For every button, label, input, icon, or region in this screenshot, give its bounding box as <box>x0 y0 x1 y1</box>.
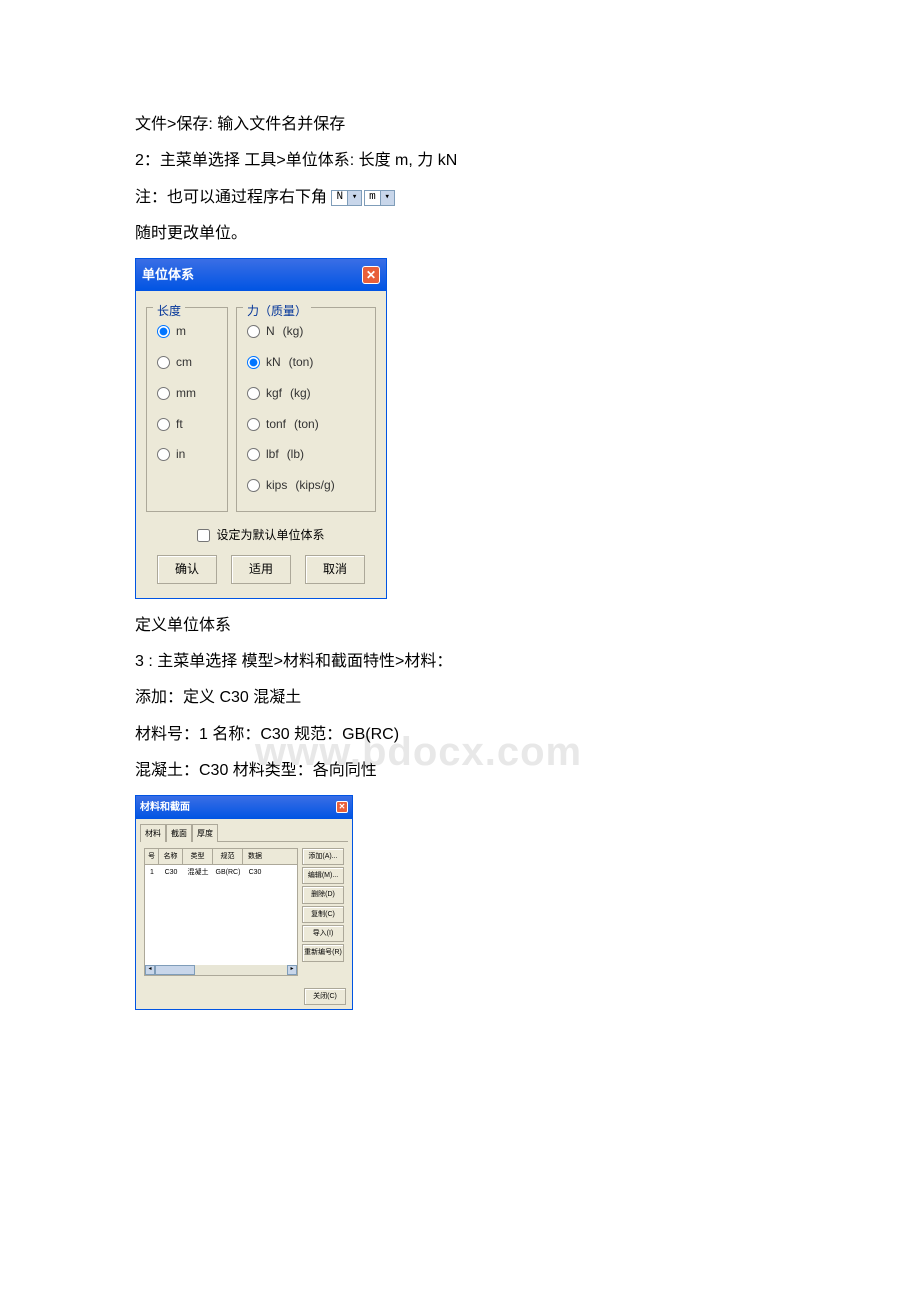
material-tabs: 材料 截面 厚度 <box>136 819 352 841</box>
unit-dropdown-widgets: N m <box>331 190 394 206</box>
close-icon[interactable]: ✕ <box>362 266 380 284</box>
force-group-title: 力（质量） <box>243 300 311 323</box>
paragraph-concrete-type: 混凝土：C30 材料类型：各向同性 <box>135 756 785 786</box>
close-button[interactable]: 关闭(C) <box>304 988 346 1005</box>
radio-lbf[interactable]: lbf(lb) <box>247 439 365 470</box>
length-groupbox: 长度 m cm mm ft in <box>146 307 228 512</box>
material-dialog: 材料和截面 ✕ 材料 截面 厚度 号 名称 类型 规范 数据 1 C30 混凝土… <box>135 795 353 1010</box>
copy-button[interactable]: 复制(C) <box>302 906 344 923</box>
cell-type: 混凝土 <box>183 865 213 880</box>
unit-system-dialog: 单位体系 ✕ 长度 m cm mm ft in 力（质量） N(kg) kN(t… <box>135 258 387 599</box>
material-button-column: 添加(A)... 编辑(M)... 删除(D) 复制(C) 导入(I) 重新编号… <box>302 848 344 976</box>
close-icon[interactable]: ✕ <box>336 801 348 813</box>
header-type[interactable]: 类型 <box>183 849 213 864</box>
paragraph-material-no: 材料号：1 名称：C30 规范：GB(RC) <box>135 720 785 750</box>
horizontal-scrollbar[interactable]: ◂ ▸ <box>145 965 297 975</box>
paragraph-file-save: 文件>保存: 输入文件名并保存 <box>135 110 785 140</box>
cell-standard: GB(RC) <box>213 865 243 880</box>
default-checkbox-row[interactable]: 设定为默认单位体系 <box>146 524 376 547</box>
tab-section[interactable]: 截面 <box>166 824 192 842</box>
radio-in[interactable]: in <box>157 439 217 470</box>
paragraph-anytime-change: 随时更改单位。 <box>135 219 785 249</box>
radio-kn[interactable]: kN(ton) <box>247 347 365 378</box>
scroll-thumb[interactable] <box>155 965 195 975</box>
cell-name: C30 <box>159 865 183 880</box>
paragraph-step3: 3 : 主菜单选择 模型>材料和截面特性>材料： <box>135 647 785 677</box>
unit-force-dropdown[interactable]: N <box>331 190 362 206</box>
edit-button[interactable]: 编辑(M)... <box>302 867 344 884</box>
dialog-titlebar: 单位体系 ✕ <box>136 259 386 292</box>
radio-tonf[interactable]: tonf(ton) <box>247 409 365 440</box>
paragraph-note-inline: 注：也可以通过程序右下角 N m <box>135 183 785 213</box>
header-standard[interactable]: 规范 <box>213 849 243 864</box>
apply-button[interactable]: 适用 <box>231 555 291 584</box>
tab-material[interactable]: 材料 <box>140 824 166 842</box>
dialog-title: 单位体系 <box>142 263 194 288</box>
chevron-down-icon[interactable] <box>380 191 394 205</box>
caption-unit-dialog: 定义单位体系 <box>135 611 785 641</box>
radio-kgf[interactable]: kgf(kg) <box>247 378 365 409</box>
unit-length-value: m <box>365 187 380 208</box>
cell-db: C30 <box>243 865 267 880</box>
scroll-right-icon[interactable]: ▸ <box>287 965 297 975</box>
paragraph-step2: 2：主菜单选择 工具>单位体系: 长度 m, 力 kN <box>135 146 785 176</box>
dialog-body: 长度 m cm mm ft in 力（质量） N(kg) kN(ton) kgf… <box>136 291 386 597</box>
renumber-button[interactable]: 重新编号(R) <box>302 944 344 961</box>
table-row[interactable]: 1 C30 混凝土 GB(RC) C30 <box>145 865 297 880</box>
add-button[interactable]: 添加(A)... <box>302 848 344 865</box>
radio-mm[interactable]: mm <box>157 378 217 409</box>
material-table: 号 名称 类型 规范 数据 1 C30 混凝土 GB(RC) C30 ◂ ▸ <box>144 848 298 976</box>
header-db[interactable]: 数据 <box>243 849 267 864</box>
ok-button[interactable]: 确认 <box>157 555 217 584</box>
scroll-left-icon[interactable]: ◂ <box>145 965 155 975</box>
cancel-button[interactable]: 取消 <box>305 555 365 584</box>
default-checkbox[interactable] <box>197 529 210 542</box>
unit-length-dropdown[interactable]: m <box>364 190 395 206</box>
unit-force-value: N <box>332 187 347 208</box>
material-dialog-titlebar: 材料和截面 ✕ <box>136 796 352 819</box>
force-groupbox: 力（质量） N(kg) kN(ton) kgf(kg) tonf(ton) lb… <box>236 307 376 512</box>
default-checkbox-label: 设定为默认单位体系 <box>216 524 324 547</box>
delete-button[interactable]: 删除(D) <box>302 886 344 903</box>
radio-ft[interactable]: ft <box>157 409 217 440</box>
header-no[interactable]: 号 <box>145 849 159 864</box>
material-dialog-title: 材料和截面 <box>140 798 190 817</box>
chevron-down-icon[interactable] <box>347 191 361 205</box>
radio-kips[interactable]: kips(kips/g) <box>247 470 365 501</box>
length-group-title: 长度 <box>153 300 185 323</box>
header-name[interactable]: 名称 <box>159 849 183 864</box>
paragraph-add-c30: 添加：定义 C30 混凝土 <box>135 683 785 713</box>
radio-cm[interactable]: cm <box>157 347 217 378</box>
table-header: 号 名称 类型 规范 数据 <box>145 849 297 865</box>
import-button[interactable]: 导入(I) <box>302 925 344 942</box>
note-prefix: 注：也可以通过程序右下角 <box>135 189 327 206</box>
tab-thickness[interactable]: 厚度 <box>192 824 218 842</box>
cell-no: 1 <box>145 865 159 880</box>
